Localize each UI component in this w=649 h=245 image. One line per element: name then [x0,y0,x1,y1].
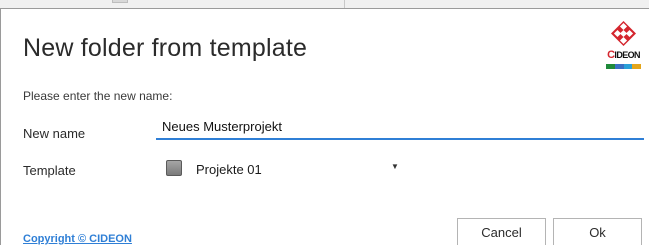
dropdown-arrow-icon[interactable]: ▼ [391,162,399,171]
logo-bar-green [606,64,615,69]
folder-icon [166,160,182,176]
new-folder-dialog: New folder from template CIDEON Please e… [0,8,649,245]
cancel-button[interactable]: Cancel [457,218,546,245]
cideon-logo: CIDEON [604,20,643,72]
logo-wordmark: CIDEON [604,49,643,61]
logo-color-bars [606,64,641,69]
dialog-title: New folder from template [23,34,308,62]
cideon-logo-icon [611,21,636,46]
ok-button[interactable]: Ok [553,218,642,245]
new-name-input[interactable] [156,115,644,140]
prompt-text: Please enter the new name: [23,89,173,103]
logo-wordmark-rest: IDEON [614,50,640,60]
new-name-label: New name [23,126,86,141]
logo-bar-yellow [632,64,641,69]
logo-bar-cyan [623,64,633,69]
copyright-link[interactable]: Copyright © CIDEON [23,233,132,245]
template-dropdown[interactable]: Projekte 01 ▼ [163,155,403,181]
logo-bar-blue [614,64,624,69]
background-tab-fragment [112,0,128,3]
template-label: Template [23,163,76,178]
template-selected-value: Projekte 01 [196,162,262,177]
